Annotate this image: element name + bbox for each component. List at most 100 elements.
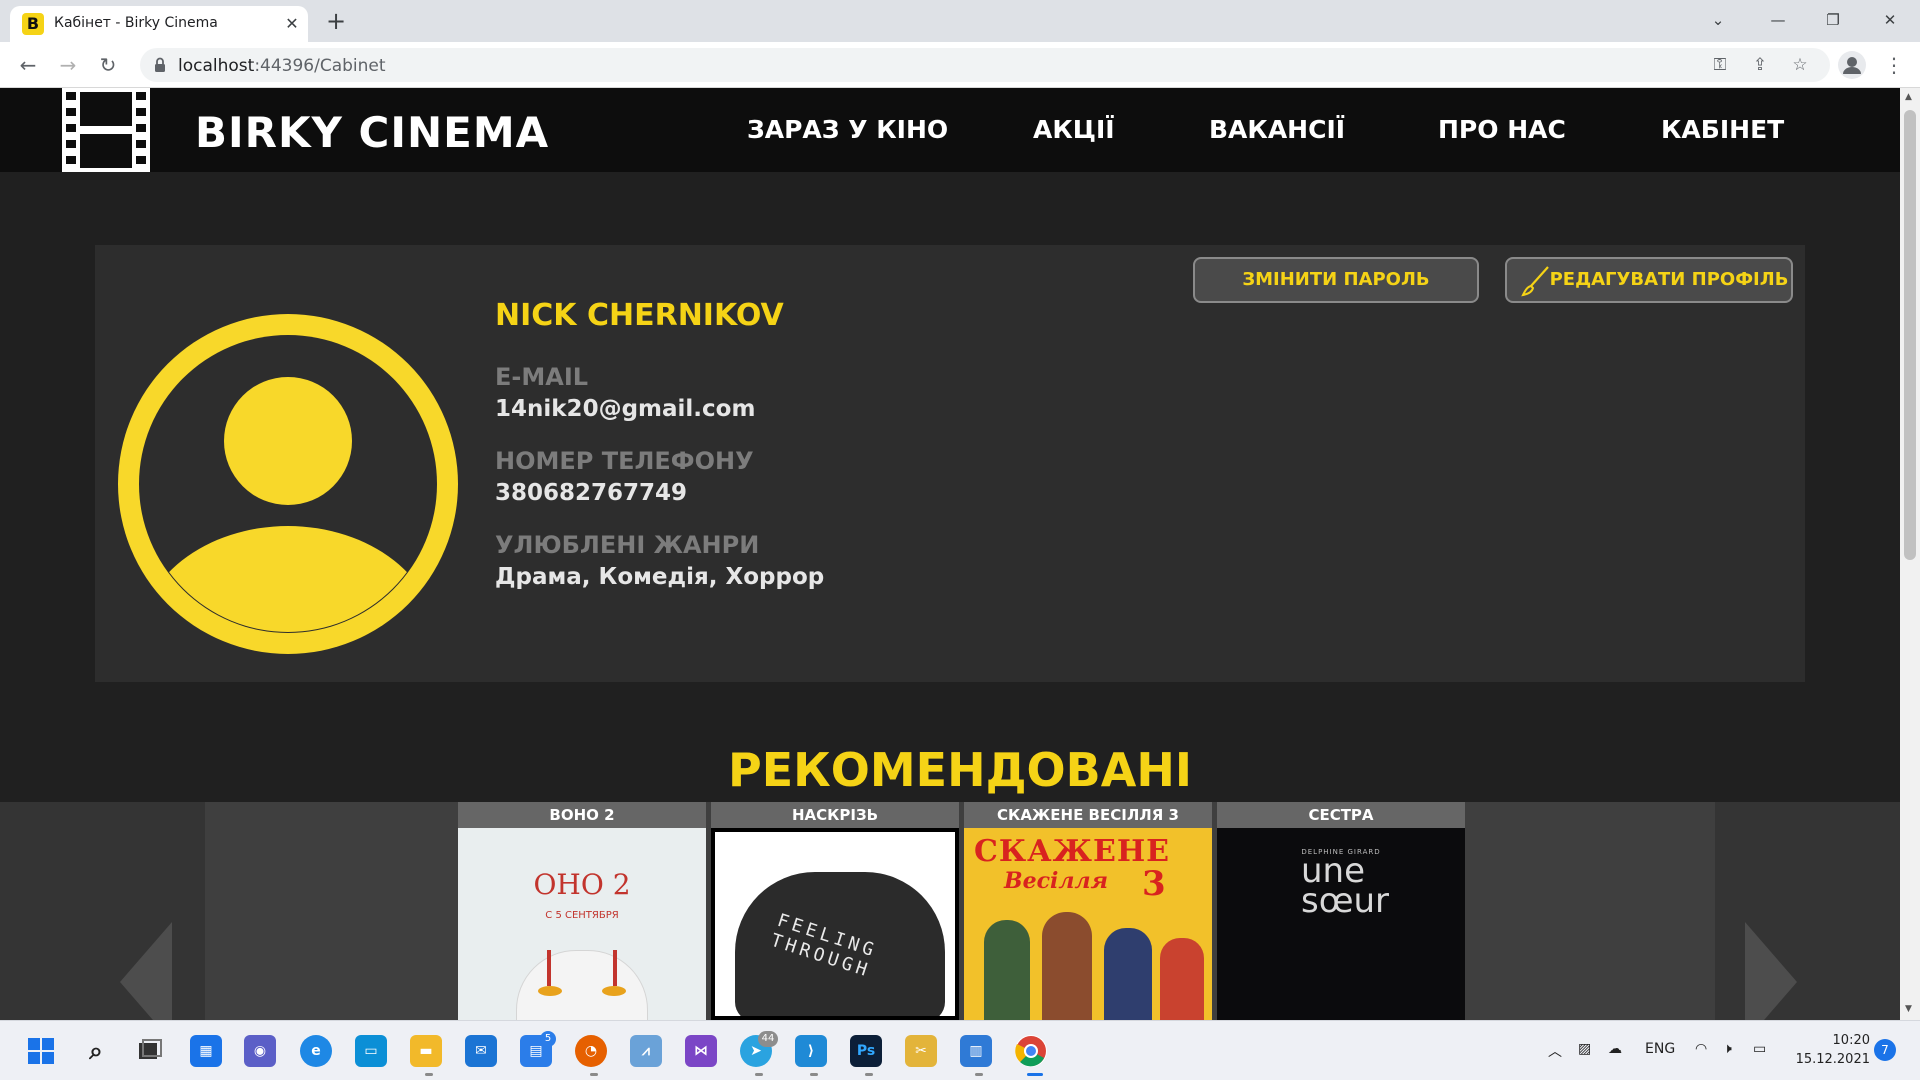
widgets-icon[interactable]: ▦: [190, 1035, 222, 1067]
reload-icon[interactable]: ↻: [94, 51, 122, 79]
poster-figure-1: [984, 920, 1030, 1020]
tray-overflow-icon[interactable]: ︿: [1548, 1041, 1562, 1061]
onedrive-icon[interactable]: ☁: [1608, 1041, 1622, 1057]
browser-toolbar: ← → ↻ localhost:44396/Cabinet ⚿ ⇪ ☆ ⋮: [0, 42, 1920, 88]
nav-promotions[interactable]: АКЦІЇ: [1033, 115, 1115, 144]
site-header: BIRKY CINEMA ЗАРАЗ У КІНО АКЦІЇ ВАКАНСІЇ…: [0, 88, 1900, 172]
remote-desktop-icon[interactable]: ▭: [355, 1035, 387, 1067]
poster-clown-face: [516, 950, 648, 1020]
tab-search-icon[interactable]: ⌄: [1700, 6, 1736, 34]
tray-app-icon[interactable]: ▨: [1578, 1041, 1591, 1057]
carousel-prev-arrow[interactable]: [120, 922, 172, 1020]
photoshop-icon[interactable]: Ps: [850, 1035, 882, 1067]
clock-date: 15.12.2021: [1795, 1052, 1870, 1067]
forward-icon[interactable]: →: [54, 51, 82, 79]
poster-red-mark-left: [547, 950, 551, 986]
email-value: 14nik20@gmail.com: [495, 396, 756, 422]
movie-poster-crazy-wedding-3[interactable]: СКАЖЕНЕ Весілля 3: [964, 828, 1212, 1020]
edit-profile-button[interactable]: РЕДАГУВАТИ ПРОФІЛЬ: [1505, 257, 1793, 303]
notepad-icon[interactable]: ▥: [960, 1035, 992, 1067]
url-host: localhost: [178, 56, 255, 76]
scroll-thumb[interactable]: [1904, 110, 1916, 560]
poster-subtitle: С 5 СЕНТЯБРЯ: [545, 910, 619, 921]
site-favicon-icon: B: [22, 13, 44, 35]
wifi-icon[interactable]: ◠: [1695, 1041, 1707, 1057]
carousel-track: ВОНО 2 ОНО 2 С 5 СЕНТЯБРЯ НАСКРІЗЬ FEELI…: [205, 802, 1715, 1020]
nav-now-in-cinema[interactable]: ЗАРАЗ У КІНО: [747, 115, 948, 144]
close-window-button[interactable]: ✕: [1872, 6, 1908, 34]
key-icon[interactable]: ⚿: [1709, 54, 1731, 76]
poster-figure-2: [1042, 912, 1092, 1020]
snipping-tool-icon[interactable]: ✂: [905, 1035, 937, 1067]
address-bar[interactable]: localhost:44396/Cabinet ⚿ ⇪ ☆: [140, 48, 1830, 82]
tab-title: Кабінет - Birky Cinema: [54, 15, 218, 31]
running-indicator: [865, 1073, 873, 1076]
browser-profile-icon[interactable]: [1838, 51, 1866, 79]
poster-eye-left: [538, 986, 562, 996]
active-indicator: [1027, 1073, 1043, 1076]
movie-poster-feeling-through[interactable]: FEELING THROUGH: [711, 828, 959, 1020]
minimize-button[interactable]: —: [1760, 6, 1796, 34]
movie-card-sister[interactable]: СЕСТРА DELPHINE GIRARD une sœur: [1217, 802, 1465, 1020]
running-indicator: [590, 1073, 598, 1076]
carousel-next-arrow[interactable]: [1745, 922, 1797, 1020]
nav-vacancies[interactable]: ВАКАНСІЇ: [1209, 115, 1345, 144]
film-strip-logo-icon[interactable]: [60, 88, 152, 172]
change-password-button[interactable]: ЗМІНИТИ ПАРОЛЬ: [1193, 257, 1479, 303]
bookmark-star-icon[interactable]: ☆: [1789, 54, 1811, 76]
scroll-up-icon[interactable]: ▲: [1905, 92, 1912, 102]
scroll-down-icon[interactable]: ▼: [1905, 1004, 1912, 1014]
volume-icon[interactable]: 🕨: [1723, 1041, 1732, 1057]
chrome-icon[interactable]: [1015, 1035, 1047, 1067]
movie-card-crazy-wedding-3[interactable]: СКАЖЕНЕ ВЕСІЛЛЯ 3 СКАЖЕНЕ Весілля 3: [964, 802, 1212, 1020]
tab-close-icon[interactable]: ✕: [280, 12, 304, 36]
poster-subtitle: Весілля: [1004, 868, 1109, 894]
movie-card-feeling-through[interactable]: НАСКРІЗЬ FEELING THROUGH: [711, 802, 959, 1020]
genres-value: Драма, Комедія, Хоррор: [495, 564, 825, 590]
telegram-badge: 44: [758, 1031, 778, 1047]
nav-cabinet[interactable]: КАБІНЕТ: [1661, 115, 1784, 144]
profile-card: NICK CHERNIKOV E-MAIL 14nik20@gmail.com …: [95, 245, 1805, 682]
poster-figure-4: [1160, 938, 1204, 1020]
movie-title: СЕСТРА: [1217, 802, 1465, 828]
movie-poster-it-2[interactable]: ОНО 2 С 5 СЕНТЯБРЯ: [458, 828, 706, 1020]
language-indicator[interactable]: ENG: [1645, 1041, 1675, 1057]
running-indicator: [755, 1073, 763, 1076]
visual-studio-icon[interactable]: ⋈: [685, 1035, 717, 1067]
poster-figure-3: [1104, 928, 1152, 1020]
edit-profile-label: РЕДАГУВАТИ ПРОФІЛЬ: [1549, 269, 1789, 290]
change-password-label: ЗМІНИТИ ПАРОЛЬ: [1242, 269, 1430, 290]
mail-icon[interactable]: ✉: [465, 1035, 497, 1067]
edge-icon[interactable]: e: [300, 1035, 332, 1067]
restore-button[interactable]: ❐: [1815, 6, 1851, 34]
nav-about[interactable]: ПРО НАС: [1438, 115, 1566, 144]
task-view-icon[interactable]: [133, 1035, 165, 1067]
movie-poster-sister[interactable]: DELPHINE GIRARD une sœur: [1217, 828, 1465, 1020]
lock-icon: [155, 57, 165, 72]
running-indicator: [975, 1073, 983, 1076]
perf-monitor-icon[interactable]: ⩘: [630, 1035, 662, 1067]
file-explorer-icon[interactable]: ▬: [410, 1035, 442, 1067]
notifications-badge[interactable]: 7: [1874, 1039, 1896, 1061]
movie-title: ВОНО 2: [458, 802, 706, 828]
phone-label: НОМЕР ТЕЛЕФОНУ: [495, 447, 754, 475]
email-label: E-MAIL: [495, 363, 589, 391]
back-icon[interactable]: ←: [14, 51, 42, 79]
movie-card-it-2[interactable]: ВОНО 2 ОНО 2 С 5 СЕНТЯБРЯ: [458, 802, 706, 1020]
site-name[interactable]: BIRKY CINEMA: [195, 108, 549, 157]
browser-menu-icon[interactable]: ⋮: [1884, 51, 1904, 79]
new-tab-button[interactable]: +: [322, 8, 350, 36]
clock[interactable]: 10:20 15.12.2021: [1790, 1031, 1870, 1069]
share-icon[interactable]: ⇪: [1749, 54, 1771, 76]
start-icon[interactable]: [25, 1035, 57, 1067]
recommended-carousel: ВОНО 2 ОНО 2 С 5 СЕНТЯБРЯ НАСКРІЗЬ FEELI…: [0, 802, 1900, 1020]
firefox-icon[interactable]: ◔: [575, 1035, 607, 1067]
running-indicator: [810, 1073, 818, 1076]
teams-chat-icon[interactable]: ◉: [244, 1035, 276, 1067]
battery-icon[interactable]: ▭: [1753, 1041, 1766, 1057]
browser-tab[interactable]: B Кабінет - Birky Cinema ✕: [10, 6, 308, 42]
search-icon[interactable]: ⌕: [80, 1035, 112, 1067]
page-scrollbar[interactable]: ▲ ▼: [1900, 88, 1920, 1020]
vscode-icon[interactable]: ⟩: [795, 1035, 827, 1067]
movie-title: СКАЖЕНЕ ВЕСІЛЛЯ 3: [964, 802, 1212, 828]
